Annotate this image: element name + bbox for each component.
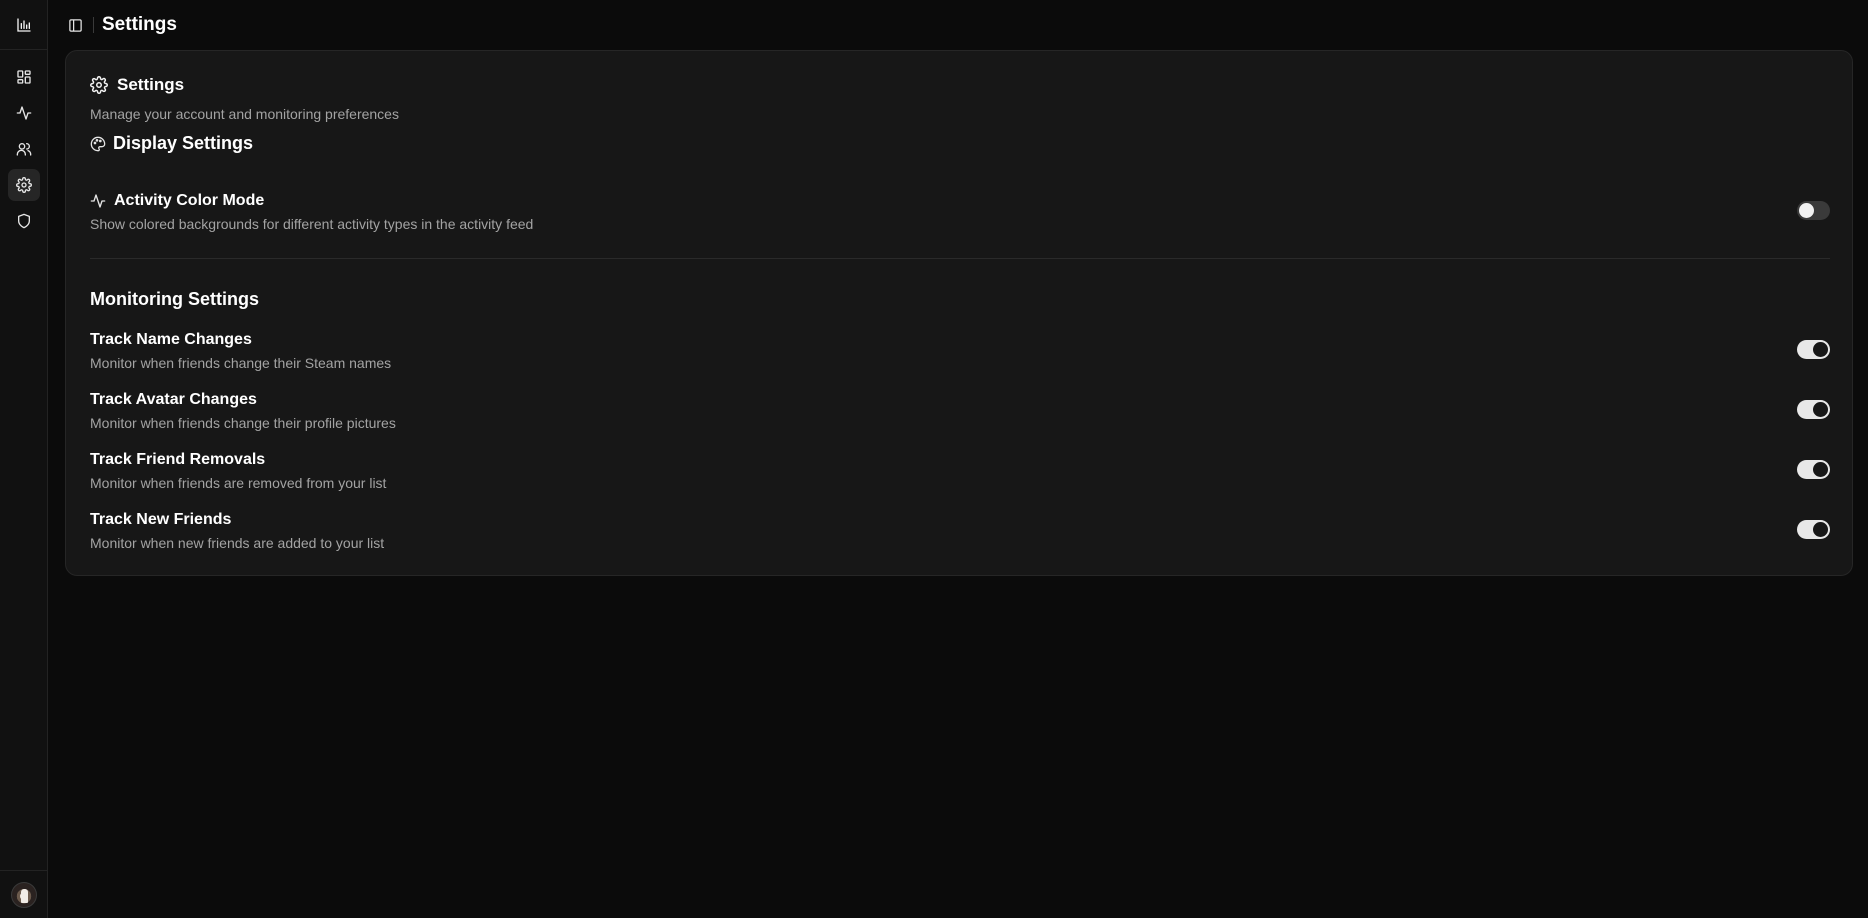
sidebar-item-settings[interactable] [7,169,40,201]
sidebar-toggle-button[interactable] [65,15,85,35]
toggle-knob [1813,402,1828,417]
toggle-knob [1813,342,1828,357]
activity-color-mode-toggle[interactable] [1797,201,1830,220]
palette-icon [90,136,106,151]
setting-track-new-friends: Track New Friends Monitor when new frien… [90,511,1830,551]
setting-description: Monitor when friends change their profil… [90,415,396,431]
dashboard-icon [16,70,31,84]
activity-icon [90,194,106,208]
setting-track-name-changes: Track Name Changes Monitor when friends … [90,331,1830,371]
setting-description: Show colored backgrounds for different a… [90,216,534,232]
bar-chart-icon [16,17,31,32]
card-title: Settings [117,75,185,94]
setting-track-avatar-changes: Track Avatar Changes Monitor when friend… [90,391,1830,431]
section-divider [90,258,1830,259]
shield-icon [17,213,30,229]
sidebar [0,0,48,918]
sidebar-item-activity[interactable] [8,97,40,129]
gear-icon [15,177,32,193]
sidebar-nav [0,50,47,237]
setting-label: Activity Color Mode [114,192,265,209]
sidebar-item-security[interactable] [8,205,40,237]
sidebar-toggle-icon [68,18,82,32]
setting-label: Track New Friends [90,511,232,528]
section-title-monitoring: Monitoring Settings [90,289,259,309]
setting-description: Monitor when friends are removed from yo… [90,475,387,491]
header-divider [93,17,94,33]
sidebar-footer [0,870,47,918]
page-header: Settings [48,0,1868,50]
setting-label: Track Avatar Changes [90,391,257,408]
app-root: Settings Settings Manage your account an… [0,0,1868,918]
setting-label: Track Friend Removals [90,451,266,468]
activity-icon [16,106,31,120]
toggle-knob [1799,203,1814,218]
page-title: Settings [102,14,177,35]
sidebar-logo[interactable] [0,0,47,50]
track-new-friends-toggle[interactable] [1797,520,1830,539]
monitoring-settings-header: Monitoring Settings [90,289,259,310]
setting-activity-color-mode: Activity Color Mode Show colored backgro… [90,192,1830,232]
toggle-knob [1813,462,1828,477]
section-title-display: Display Settings [113,133,254,153]
track-avatar-changes-toggle[interactable] [1797,400,1830,419]
setting-track-friend-removals: Track Friend Removals Monitor when frien… [90,451,1830,491]
setting-description: Monitor when friends change their Steam … [90,355,392,371]
sidebar-item-dashboard[interactable] [8,61,40,93]
gear-icon [90,76,108,94]
settings-card: Settings Manage your account and monitor… [65,50,1853,576]
users-icon [16,143,31,156]
toggle-knob [1813,522,1828,537]
setting-description: Monitor when new friends are added to yo… [90,535,385,551]
card-header: Settings Manage your account and monitor… [90,75,399,122]
card-subtitle: Manage your account and monitoring prefe… [90,106,399,122]
track-name-changes-toggle[interactable] [1797,340,1830,359]
sidebar-item-friends[interactable] [8,133,40,165]
avatar[interactable] [10,881,37,908]
display-settings-header: Display Settings [90,133,253,154]
setting-label: Track Name Changes [90,331,252,348]
track-friend-removals-toggle[interactable] [1797,460,1830,479]
